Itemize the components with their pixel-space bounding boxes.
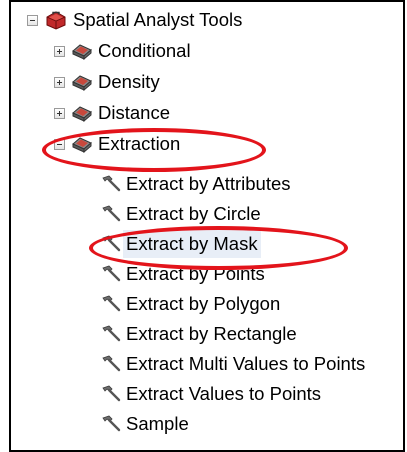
tree-node-label: Distance [98,102,170,123]
tree-node-extract-by-rectangle[interactable]: Extract by Rectangle [101,320,297,348]
hammer-icon [102,415,121,432]
toolbox-tree: Spatial Analyst Tools Conditional Densit… [0,0,407,445]
tree-node-extract-multi-values-to-points[interactable]: Extract Multi Values to Points [101,350,365,378]
tree-node-sample[interactable]: Sample [101,410,189,438]
toolset-icon [72,106,92,122]
tree-node-label: Extract Values to Points [126,383,322,404]
hammer-icon [102,205,121,222]
toolset-icon [72,137,92,153]
toolbox-icon [46,11,66,30]
toolset-icon [72,75,92,91]
hammer-icon [102,385,121,402]
hammer-icon [102,295,121,312]
tree-node-conditional[interactable]: Conditional [54,37,191,65]
tree-node-extract-values-to-points[interactable]: Extract Values to Points [101,380,321,408]
tree-node-label: Density [98,71,160,92]
hammer-icon [102,235,121,252]
tree-node-extraction[interactable]: Extraction [54,130,180,158]
toolset-icon [72,44,92,60]
tree-node-label: Extract by Points [126,263,265,284]
tree-node-label: Extraction [98,133,181,154]
tree-node-extract-by-points[interactable]: Extract by Points [101,260,265,288]
tree-node-label: Extract by Attributes [126,173,291,194]
expand-icon[interactable] [54,107,65,119]
tree-node-spatial-analyst-tools[interactable]: Spatial Analyst Tools [27,6,242,34]
collapse-icon[interactable] [54,138,65,150]
collapse-icon[interactable] [27,14,38,26]
tree-node-extract-by-mask[interactable]: Extract by Mask [101,230,261,258]
tree-node-label: Sample [126,413,189,434]
expand-icon[interactable] [54,76,65,88]
tree-node-label: Spatial Analyst Tools [73,9,243,30]
expand-icon[interactable] [54,45,65,57]
tree-node-extract-by-circle[interactable]: Extract by Circle [101,200,261,228]
tree-node-label: Extract by Mask [123,230,261,258]
tree-node-label: Extract by Polygon [126,293,281,314]
hammer-icon [102,325,121,342]
tree-node-label: Conditional [98,40,191,61]
tree-node-label: Extract by Circle [126,203,261,224]
tree-node-label: Extract by Rectangle [126,323,297,344]
hammer-icon [102,355,121,372]
tree-node-distance[interactable]: Distance [54,99,170,127]
tree-node-extract-by-attributes[interactable]: Extract by Attributes [101,170,291,198]
hammer-icon [102,265,121,282]
hammer-icon [102,175,121,192]
tree-node-density[interactable]: Density [54,68,160,96]
tree-node-extract-by-polygon[interactable]: Extract by Polygon [101,290,280,318]
tree-node-label: Extract Multi Values to Points [126,353,366,374]
